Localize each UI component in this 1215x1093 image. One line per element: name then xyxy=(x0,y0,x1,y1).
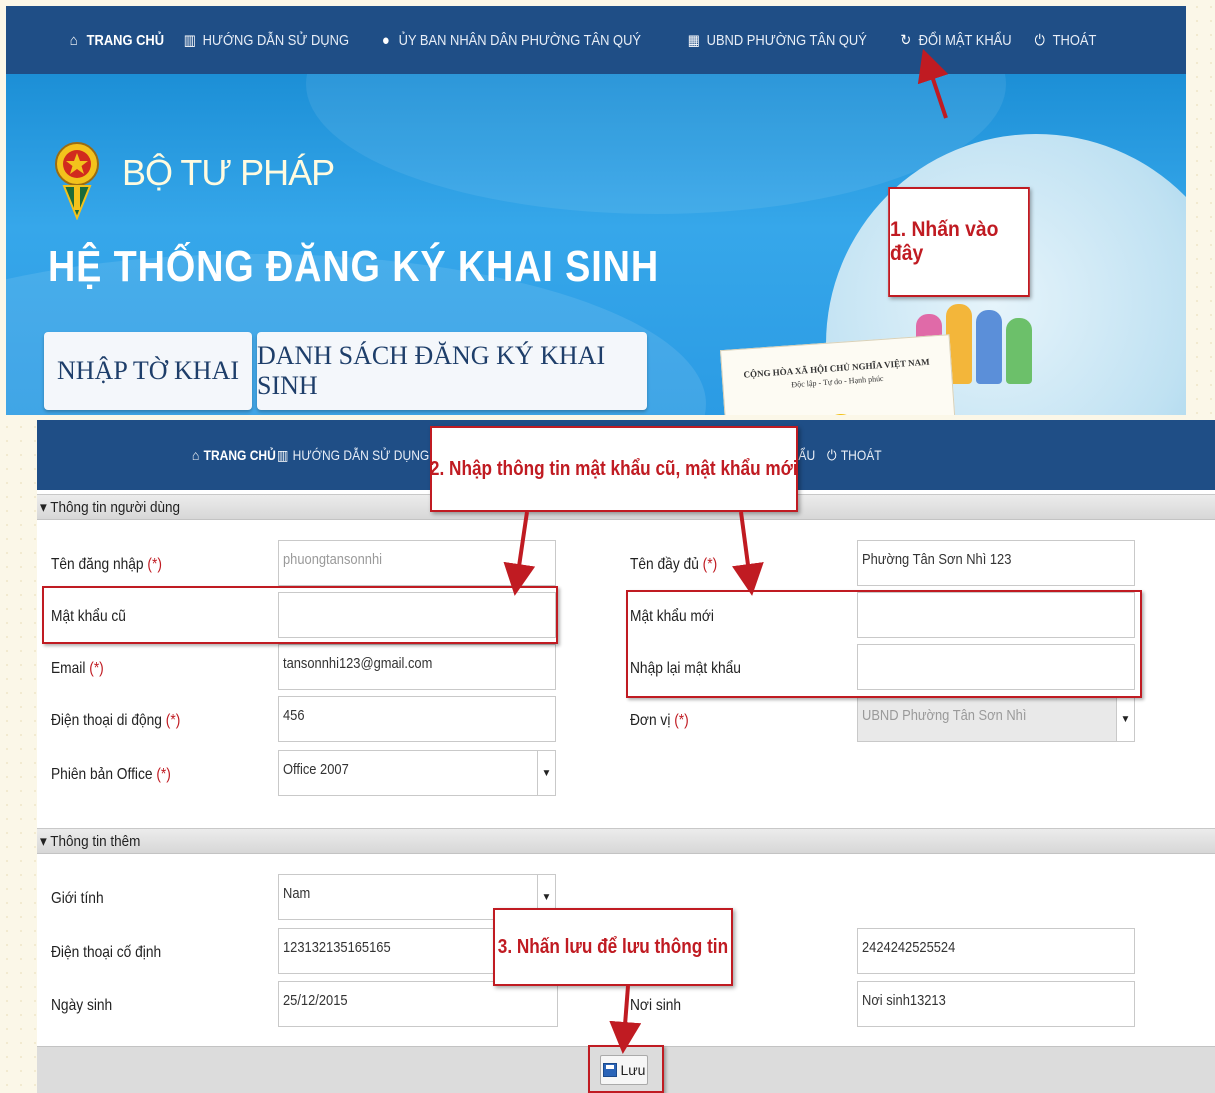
system-title: HỆ THỐNG ĐĂNG KÝ KHAI SINH xyxy=(48,242,660,291)
old-password-highlight xyxy=(42,586,558,644)
fullname-label: Tên đầy đủ (*) xyxy=(630,556,718,573)
home-icon: ⌂ xyxy=(192,447,200,463)
nav-ubnd[interactable]: ▦ UBND PHƯỜNG TÂN QUÝ xyxy=(686,31,867,50)
fullname-field[interactable]: Phường Tân Sơn Nhì 123 xyxy=(857,540,1135,586)
top-nav-bar: ⌂ TRANG CHỦ ▥ HƯỚNG DẪN SỬ DỤNG ● ỦY BAN… xyxy=(6,6,1186,74)
landline-field-2[interactable]: 2424242525524 xyxy=(857,928,1135,974)
office-version-label: Phiên bản Office (*) xyxy=(51,766,171,783)
ministry-name: BỘ TƯ PHÁP xyxy=(122,152,335,193)
dropdown-arrow-icon: ▼ xyxy=(537,751,555,795)
landline-label: Điện thoại cố định xyxy=(51,944,162,961)
book-icon: ▥ xyxy=(183,32,196,49)
extra-info-section-header[interactable]: ▾ Thông tin thêm xyxy=(37,828,1215,854)
mobile-label: Điện thoại di động (*) xyxy=(51,712,181,729)
email-label: Email (*) xyxy=(51,660,104,677)
justice-scale-icon xyxy=(986,404,1086,415)
save-button-highlight xyxy=(588,1045,664,1093)
nav-logout[interactable]: ⏻ THOÁT xyxy=(827,447,882,464)
nav-guide[interactable]: ▥ HƯỚNG DẪN SỬ DỤNG xyxy=(277,447,429,464)
home-icon: ⌂ xyxy=(69,31,78,49)
unit-label: Đơn vị (*) xyxy=(630,712,689,729)
gender-label: Giới tính xyxy=(51,890,104,907)
national-emblem-icon xyxy=(822,412,860,415)
birthplace-field[interactable]: Nơi sinh13213 xyxy=(857,981,1135,1027)
nav-committee[interactable]: ● ỦY BAN NHÂN DÂN PHƯỜNG TÂN QUÝ xyxy=(378,31,641,49)
book-icon: ▥ xyxy=(277,446,289,463)
collapse-arrow-icon: ▾ xyxy=(40,833,51,850)
username-field: phuongtansonnhi xyxy=(278,540,556,586)
mobile-field[interactable]: 456 xyxy=(278,696,556,742)
declare-button[interactable]: NHẬP TỜ KHAI xyxy=(44,332,252,410)
collapse-arrow-icon: ▾ xyxy=(40,499,51,516)
dropdown-arrow-icon: ▼ xyxy=(1116,697,1134,741)
birthdate-label: Ngày sinh xyxy=(51,997,113,1014)
unit-select[interactable]: UBND Phường Tân Sơn Nhì ▼ xyxy=(857,696,1135,742)
registration-list-button[interactable]: DANH SÁCH ĐĂNG KÝ KHAI SINH xyxy=(257,332,647,410)
ministry-emblem-icon xyxy=(55,142,99,220)
nav-change-password[interactable]: ↻ ĐỔI MẬT KHẨU xyxy=(898,31,1012,50)
step1-callout: 1. Nhấn vào đây xyxy=(888,187,1030,297)
power-icon: ⏻ xyxy=(1034,31,1046,49)
new-password-highlight xyxy=(626,590,1142,698)
birthdate-field[interactable]: 25/12/2015 xyxy=(278,981,558,1027)
nav-guide[interactable]: ▥ HƯỚNG DẪN SỬ DỤNG xyxy=(182,31,349,50)
nav-home[interactable]: ⌂ TRANG CHỦ xyxy=(192,447,276,463)
nav-home[interactable]: ⌂ TRANG CHỦ xyxy=(66,31,164,49)
office-version-select[interactable]: Office 2007 ▼ xyxy=(278,750,556,796)
child-figure xyxy=(976,310,1002,384)
username-label: Tên đăng nhập (*) xyxy=(51,556,162,573)
refresh-icon: ↻ xyxy=(900,32,912,49)
power-icon: ⏻ xyxy=(827,446,837,463)
child-figure xyxy=(1006,318,1032,384)
birthplace-label: Nơi sinh xyxy=(630,997,682,1014)
email-field[interactable]: tansonnhi123@gmail.com xyxy=(278,644,556,690)
bottom-screenshot: ⌂ TRANG CHỦ ▥ HƯỚNG DẪN SỬ DỤNG ↻ ĐỔI MẬ… xyxy=(37,420,1215,1093)
top-screenshot: ⌂ TRANG CHỦ ▥ HƯỚNG DẪN SỬ DỤNG ● ỦY BAN… xyxy=(6,6,1186,415)
building-icon: ▦ xyxy=(687,32,700,49)
certificate-illustration: CỘNG HÒA XÃ HỘI CHỦ NGHĨA VIỆT NAM Độc l… xyxy=(720,334,962,415)
user-icon: ● xyxy=(381,31,390,49)
nav-logout[interactable]: ⏻ THOÁT xyxy=(1032,31,1097,49)
step3-callout: 3. Nhấn lưu để lưu thông tin xyxy=(493,908,733,986)
step2-callout: 2. Nhập thông tin mật khẩu cũ, mật khẩu … xyxy=(430,426,798,512)
